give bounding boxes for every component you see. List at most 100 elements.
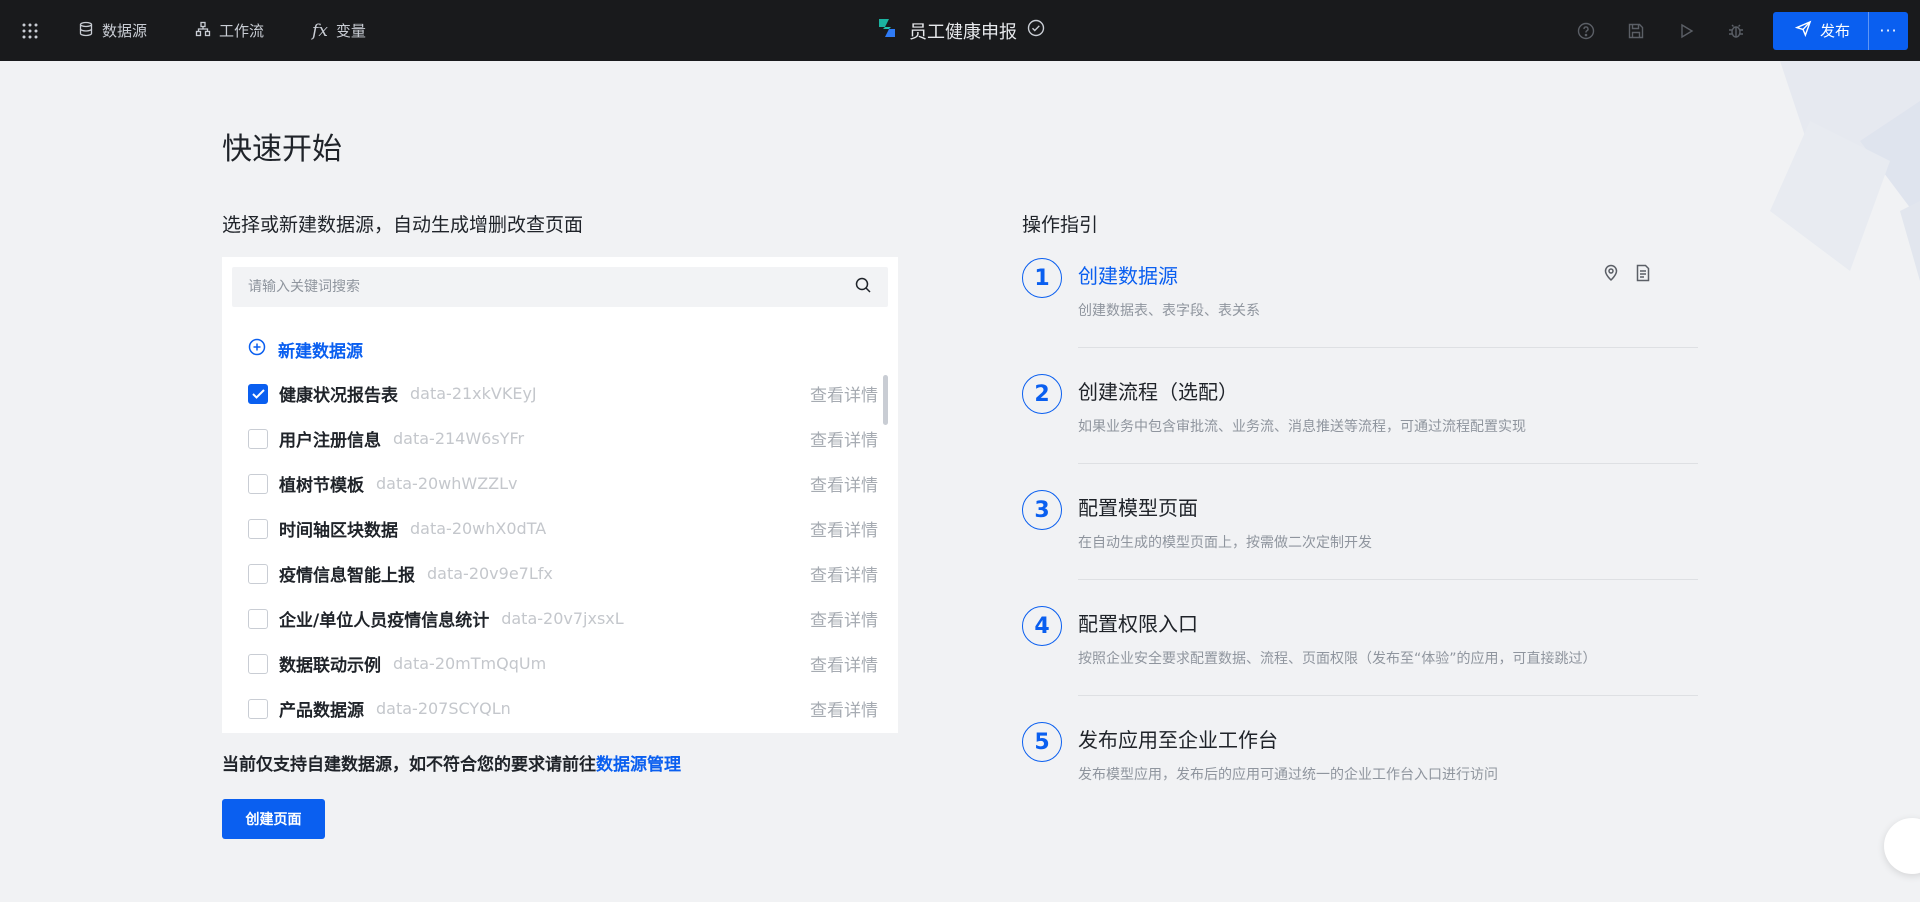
datasource-id: data-207SCYQLn — [376, 699, 511, 718]
nav-datasource[interactable]: 数据源 — [78, 0, 147, 61]
nav-variable[interactable]: fx 变量 — [312, 0, 366, 61]
help-icon[interactable] — [1561, 0, 1611, 61]
datasource-checkbox[interactable] — [248, 518, 268, 539]
view-detail-link[interactable]: 查看详情 — [810, 471, 878, 496]
publish-button[interactable]: 发布 ··· — [1772, 11, 1908, 50]
nav-workflow-label: 工作流 — [219, 22, 265, 40]
datasource-name: 数据联动示例 — [279, 656, 381, 676]
datasource-row[interactable]: 用户注册信息 data-214W6sYFr 查看详情 — [222, 416, 882, 461]
background-decoration — [1660, 61, 1920, 321]
datasource-name: 用户注册信息 — [279, 431, 381, 451]
app-title: 员工健康申报 — [909, 21, 1017, 43]
datasource-checkbox[interactable] — [248, 698, 268, 719]
guide-step: 4 配置权限入口按照企业安全要求配置数据、流程、页面权限（发布至“体验”的应用，可… — [1022, 606, 1698, 722]
guide-title: 操作指引 — [1022, 214, 1099, 236]
step-divider — [1078, 695, 1698, 696]
debug-icon[interactable] — [1711, 0, 1761, 61]
datasource-panel: 新建数据源 健康状况报告表data-21xkVKEyJ查看详情用户注册信息dat… — [222, 257, 898, 733]
location-icon[interactable] — [1602, 264, 1620, 286]
search-icon[interactable] — [854, 276, 872, 298]
datasource-row[interactable]: 数据联动示例 data-20mTmQqUm 查看详情 — [222, 641, 882, 686]
step-number: 4 — [1022, 606, 1062, 646]
new-datasource-label: 新建数据源 — [278, 342, 363, 362]
step-number: 3 — [1022, 490, 1062, 530]
guide-step: 1 创建数据源创建数据表、表字段、表关系 — [1022, 258, 1698, 374]
view-detail-link[interactable]: 查看详情 — [810, 696, 878, 721]
top-bar: 数据源 工作流 fx 变量 员工健康申报 发布 ··· — [0, 0, 1920, 61]
step-divider — [1078, 579, 1698, 580]
publish-main[interactable]: 发布 — [1773, 12, 1868, 50]
view-detail-link[interactable]: 查看详情 — [810, 381, 878, 406]
document-icon[interactable] — [1634, 264, 1652, 286]
datasource-row[interactable]: 疫情信息智能上报 data-20v9e7Lfx 查看详情 — [222, 551, 882, 596]
view-detail-link[interactable]: 查看详情 — [810, 426, 878, 451]
step-divider — [1078, 463, 1698, 464]
datasource-name: 产品数据源 — [279, 701, 364, 721]
page-title: 快速开始 — [222, 132, 342, 167]
datasource-checkbox[interactable] — [248, 653, 268, 674]
guide-step: 3 配置模型页面在自动生成的模型页面上，按需做二次定制开发 — [1022, 490, 1698, 606]
publish-label: 发布 — [1819, 22, 1850, 40]
datasource-name: 疫情信息智能上报 — [279, 566, 415, 586]
new-datasource-button[interactable]: 新建数据源 — [248, 337, 363, 362]
step-number: 2 — [1022, 374, 1062, 414]
view-detail-link[interactable]: 查看详情 — [810, 651, 878, 676]
datasource-id: data-20v9e7Lfx — [427, 564, 553, 583]
datasource-row[interactable]: 企业/单位人员疫情信息统计 data-20v7jxsxL 查看详情 — [222, 596, 882, 641]
step-divider — [1078, 347, 1698, 348]
save-icon[interactable] — [1611, 0, 1661, 61]
datasource-checkbox[interactable] — [248, 563, 268, 584]
guide-step: 5 发布应用至企业工作台 发布模型应用，发布后的应用可通过统一的企业工作台入口进行访… — [1022, 722, 1698, 838]
datasource-checkbox[interactable] — [248, 473, 268, 494]
create-page-button[interactable]: 创建页面 — [222, 799, 325, 839]
datasource-checkbox[interactable] — [248, 428, 268, 449]
nav-workflow[interactable]: 工作流 — [195, 0, 264, 61]
step-title[interactable]: 创建数据源 — [1078, 260, 1178, 289]
step-number: 1 — [1022, 258, 1062, 298]
datasource-list: 健康状况报告表 data-21xkVKEyJ 查看详情 用户注册信息 data-214W… — [222, 371, 882, 731]
datasource-id: data-20whX0dTA — [410, 519, 547, 538]
run-icon[interactable] — [1661, 0, 1711, 61]
step-title: 创建流程（选配） — [1078, 380, 1238, 404]
check-circle-icon — [1027, 19, 1045, 42]
step-description: 如果业务中包含审批流、业务流、消息推送等流程，可通过流程配置实现 — [1078, 419, 1526, 435]
datasource-id: data-20mTmQqUm — [393, 654, 547, 673]
nav-datasource-label: 数据源 — [102, 22, 148, 40]
apps-grid-icon[interactable] — [0, 0, 60, 61]
list-scrollbar[interactable] — [883, 375, 888, 425]
app-title-area: 员工健康申报 — [875, 16, 1045, 45]
fx-variable-icon: fx — [312, 20, 328, 41]
step-description: 在自动生成的模型页面上，按需做二次定制开发 — [1078, 535, 1372, 551]
search-box — [232, 267, 888, 307]
view-detail-link[interactable]: 查看详情 — [810, 561, 878, 586]
step-description: 按照企业安全要求配置数据、流程、页面权限（发布至“体验”的应用，可直接跳过） — [1078, 651, 1597, 667]
datasource-id: data-20whWZZLv — [376, 474, 518, 493]
datasource-row[interactable]: 时间轴区块数据 data-20whX0dTA 查看详情 — [222, 506, 882, 551]
datasource-note: 当前仅支持自建数据源，如不符合您的要求请前往数据源管理 — [222, 750, 681, 775]
step-title: 发布应用至企业工作台 — [1078, 728, 1278, 752]
datasource-checkbox[interactable] — [248, 608, 268, 629]
view-detail-link[interactable]: 查看详情 — [810, 606, 878, 631]
floating-assistant-button[interactable] — [1884, 818, 1920, 874]
note-text: 当前仅支持自建数据源，如不符合您的要求请前往 — [222, 755, 596, 775]
datasource-name: 健康状况报告表 — [279, 386, 398, 406]
datasource-name: 植树节模板 — [279, 476, 364, 496]
datasource-row[interactable]: 产品数据源 data-207SCYQLn 查看详情 — [222, 686, 882, 731]
step-title: 配置模型页面 — [1078, 496, 1198, 520]
datasource-id: data-21xkVKEyJ — [410, 384, 537, 403]
search-input[interactable] — [248, 279, 854, 295]
nav-variable-label: 变量 — [335, 22, 366, 40]
datasource-name: 企业/单位人员疫情信息统计 — [279, 611, 490, 631]
view-detail-link[interactable]: 查看详情 — [810, 516, 878, 541]
step-description: 创建数据表、表字段、表关系 — [1078, 303, 1260, 319]
datasource-row[interactable]: 植树节模板 data-20whWZZLv 查看详情 — [222, 461, 882, 506]
page-subtitle: 选择或新建数据源，自动生成增删改查页面 — [222, 214, 584, 236]
more-options-button[interactable]: ··· — [1868, 11, 1908, 50]
database-icon — [78, 21, 94, 41]
datasource-manage-link[interactable]: 数据源管理 — [596, 755, 681, 775]
datasource-id: data-20v7jxsxL — [501, 609, 624, 628]
datasource-checkbox[interactable] — [248, 383, 268, 404]
datasource-row[interactable]: 健康状况报告表 data-21xkVKEyJ 查看详情 — [222, 371, 882, 416]
app-logo-icon — [875, 16, 899, 45]
step-title: 配置权限入口 — [1078, 612, 1198, 636]
